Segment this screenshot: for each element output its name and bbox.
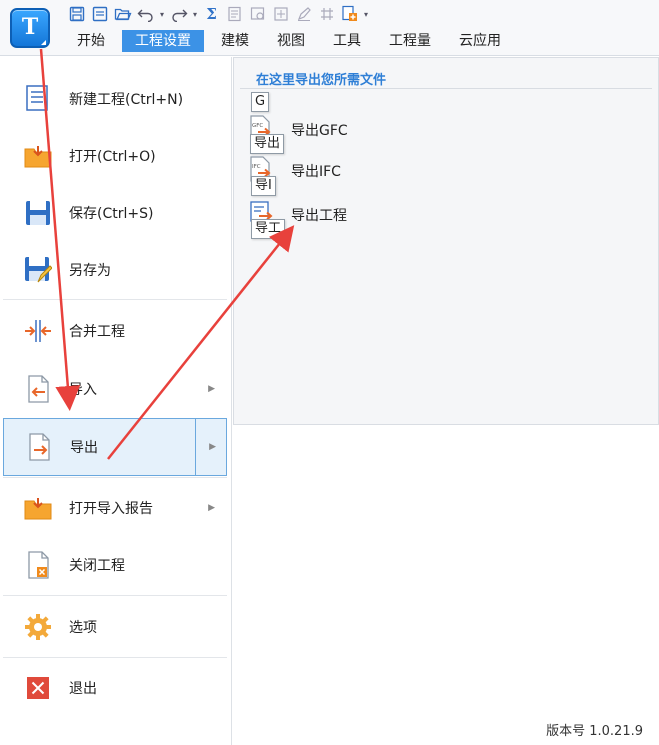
merge-icon: [23, 316, 53, 346]
menu-divider: [3, 299, 227, 300]
menu-item-label: 导入: [69, 382, 97, 398]
ribbon-tabs: 开始 工程设置 建模 视图 工具 工程量 云应用: [66, 30, 518, 52]
app-menu-corner-icon: [41, 40, 46, 45]
import-report-icon: [23, 493, 53, 523]
tab-project-settings[interactable]: 工程设置: [122, 30, 204, 52]
menu-item-exit[interactable]: 退出: [3, 659, 227, 717]
tab-modeling[interactable]: 建模: [210, 30, 260, 52]
save-as-icon: [23, 255, 53, 285]
menu-divider: [3, 477, 227, 478]
menu-item-label: 保存(Ctrl+S): [69, 206, 154, 222]
menu-item-options[interactable]: 选项: [3, 598, 227, 656]
submenu-arrow-icon: ▶: [208, 384, 215, 394]
tooltip-export-ifc: 导I: [251, 176, 276, 196]
save-icon: [23, 198, 53, 228]
tab-quantity[interactable]: 工程量: [378, 30, 442, 52]
menu-item-label: 打开(Ctrl+O): [69, 149, 156, 165]
undo-dropdown-icon[interactable]: ▾: [158, 5, 166, 23]
submenu-arrow-icon[interactable]: ▶: [209, 442, 216, 452]
menu-item-merge-project[interactable]: 合并工程: [3, 302, 227, 360]
exit-icon: [23, 673, 53, 703]
open-folder-icon[interactable]: [112, 5, 133, 23]
view-icon[interactable]: [270, 5, 291, 23]
menu-item-label: 导出: [70, 440, 98, 456]
export-gfc-label: 导出GFC: [291, 123, 348, 139]
options-gear-icon: [23, 612, 53, 642]
import-icon: [23, 374, 53, 404]
menu-item-label: 选项: [69, 620, 97, 636]
svg-text:IFC: IFC: [252, 164, 261, 170]
tab-tools[interactable]: 工具: [322, 30, 372, 52]
save-all-icon[interactable]: [89, 5, 110, 23]
menu-item-open[interactable]: 打开(Ctrl+O): [3, 127, 227, 185]
add-file-icon[interactable]: [339, 5, 360, 23]
redo-icon[interactable]: [168, 5, 189, 23]
report-icon[interactable]: [224, 5, 245, 23]
export-panel-heading: 在这里导出您所需文件: [256, 73, 387, 88]
redo-dropdown-icon[interactable]: ▾: [191, 5, 199, 23]
tab-start[interactable]: 开始: [66, 30, 116, 52]
menu-item-label: 退出: [69, 681, 97, 697]
tab-cloud-apps[interactable]: 云应用: [448, 30, 512, 52]
menu-item-close-project[interactable]: 关闭工程: [3, 536, 227, 594]
menu-divider: [3, 595, 227, 596]
undo-icon[interactable]: [135, 5, 156, 23]
menu-item-save-as[interactable]: 另存为: [3, 241, 227, 299]
new-project-icon: [23, 84, 53, 114]
export-ifc-label: 导出IFC: [291, 164, 341, 180]
version-number: 版本号 1.0.21.9: [546, 724, 643, 739]
heading-divider: [240, 88, 652, 89]
menu-item-label: 关闭工程: [69, 558, 125, 574]
menu-item-open-import-report[interactable]: 打开导入报告 ▶: [3, 479, 227, 537]
menu-item-label: 合并工程: [69, 324, 125, 340]
save-icon[interactable]: [66, 5, 87, 23]
title-ribbon: T ▾ ▾ Σ ▾ 开始 工程设置 建模 视图 工具 工程量 云应用: [0, 0, 659, 56]
menu-item-import[interactable]: 导入 ▶: [3, 360, 227, 418]
export-project-label: 导出工程: [291, 208, 347, 224]
svg-text:GFC: GFC: [252, 123, 263, 129]
tooltip-fragment: G: [251, 92, 270, 112]
tab-view[interactable]: 视图: [266, 30, 316, 52]
menu-item-export[interactable]: 导出 ▶: [3, 418, 227, 476]
app-logo-letter: T: [21, 14, 39, 40]
menu-item-new-project[interactable]: 新建工程(Ctrl+N): [3, 70, 227, 128]
backstage-menu: 新建工程(Ctrl+N) 打开(Ctrl+O) 保存(Ctrl+S) 另存为 合…: [0, 57, 232, 745]
menu-item-label: 新建工程(Ctrl+N): [69, 92, 184, 108]
tooltip-export-project: 导工: [251, 219, 286, 239]
menu-item-label: 另存为: [69, 263, 111, 279]
app-logo-button[interactable]: T: [10, 8, 50, 48]
tooltip-export-gfc: 导出: [250, 134, 285, 154]
close-project-icon: [23, 550, 53, 580]
customize-dropdown-icon[interactable]: ▾: [362, 5, 370, 23]
open-icon: [23, 141, 53, 171]
menu-item-label: 打开导入报告: [69, 501, 153, 517]
menu-divider: [3, 657, 227, 658]
menu-item-save[interactable]: 保存(Ctrl+S): [3, 184, 227, 242]
query-icon[interactable]: [247, 5, 268, 23]
quick-access-toolbar: ▾ ▾ Σ ▾: [66, 4, 372, 24]
export-submenu-panel: 在这里导出您所需文件 G GFC 导出GFC 导出 IFC 导出IFC 导I 导…: [233, 57, 659, 425]
submenu-split-divider: [195, 419, 196, 475]
sum-icon[interactable]: Σ: [201, 5, 222, 23]
grid-icon[interactable]: [316, 5, 337, 23]
export-icon: [24, 432, 54, 462]
submenu-arrow-icon: ▶: [208, 503, 215, 513]
edit-icon[interactable]: [293, 5, 314, 23]
